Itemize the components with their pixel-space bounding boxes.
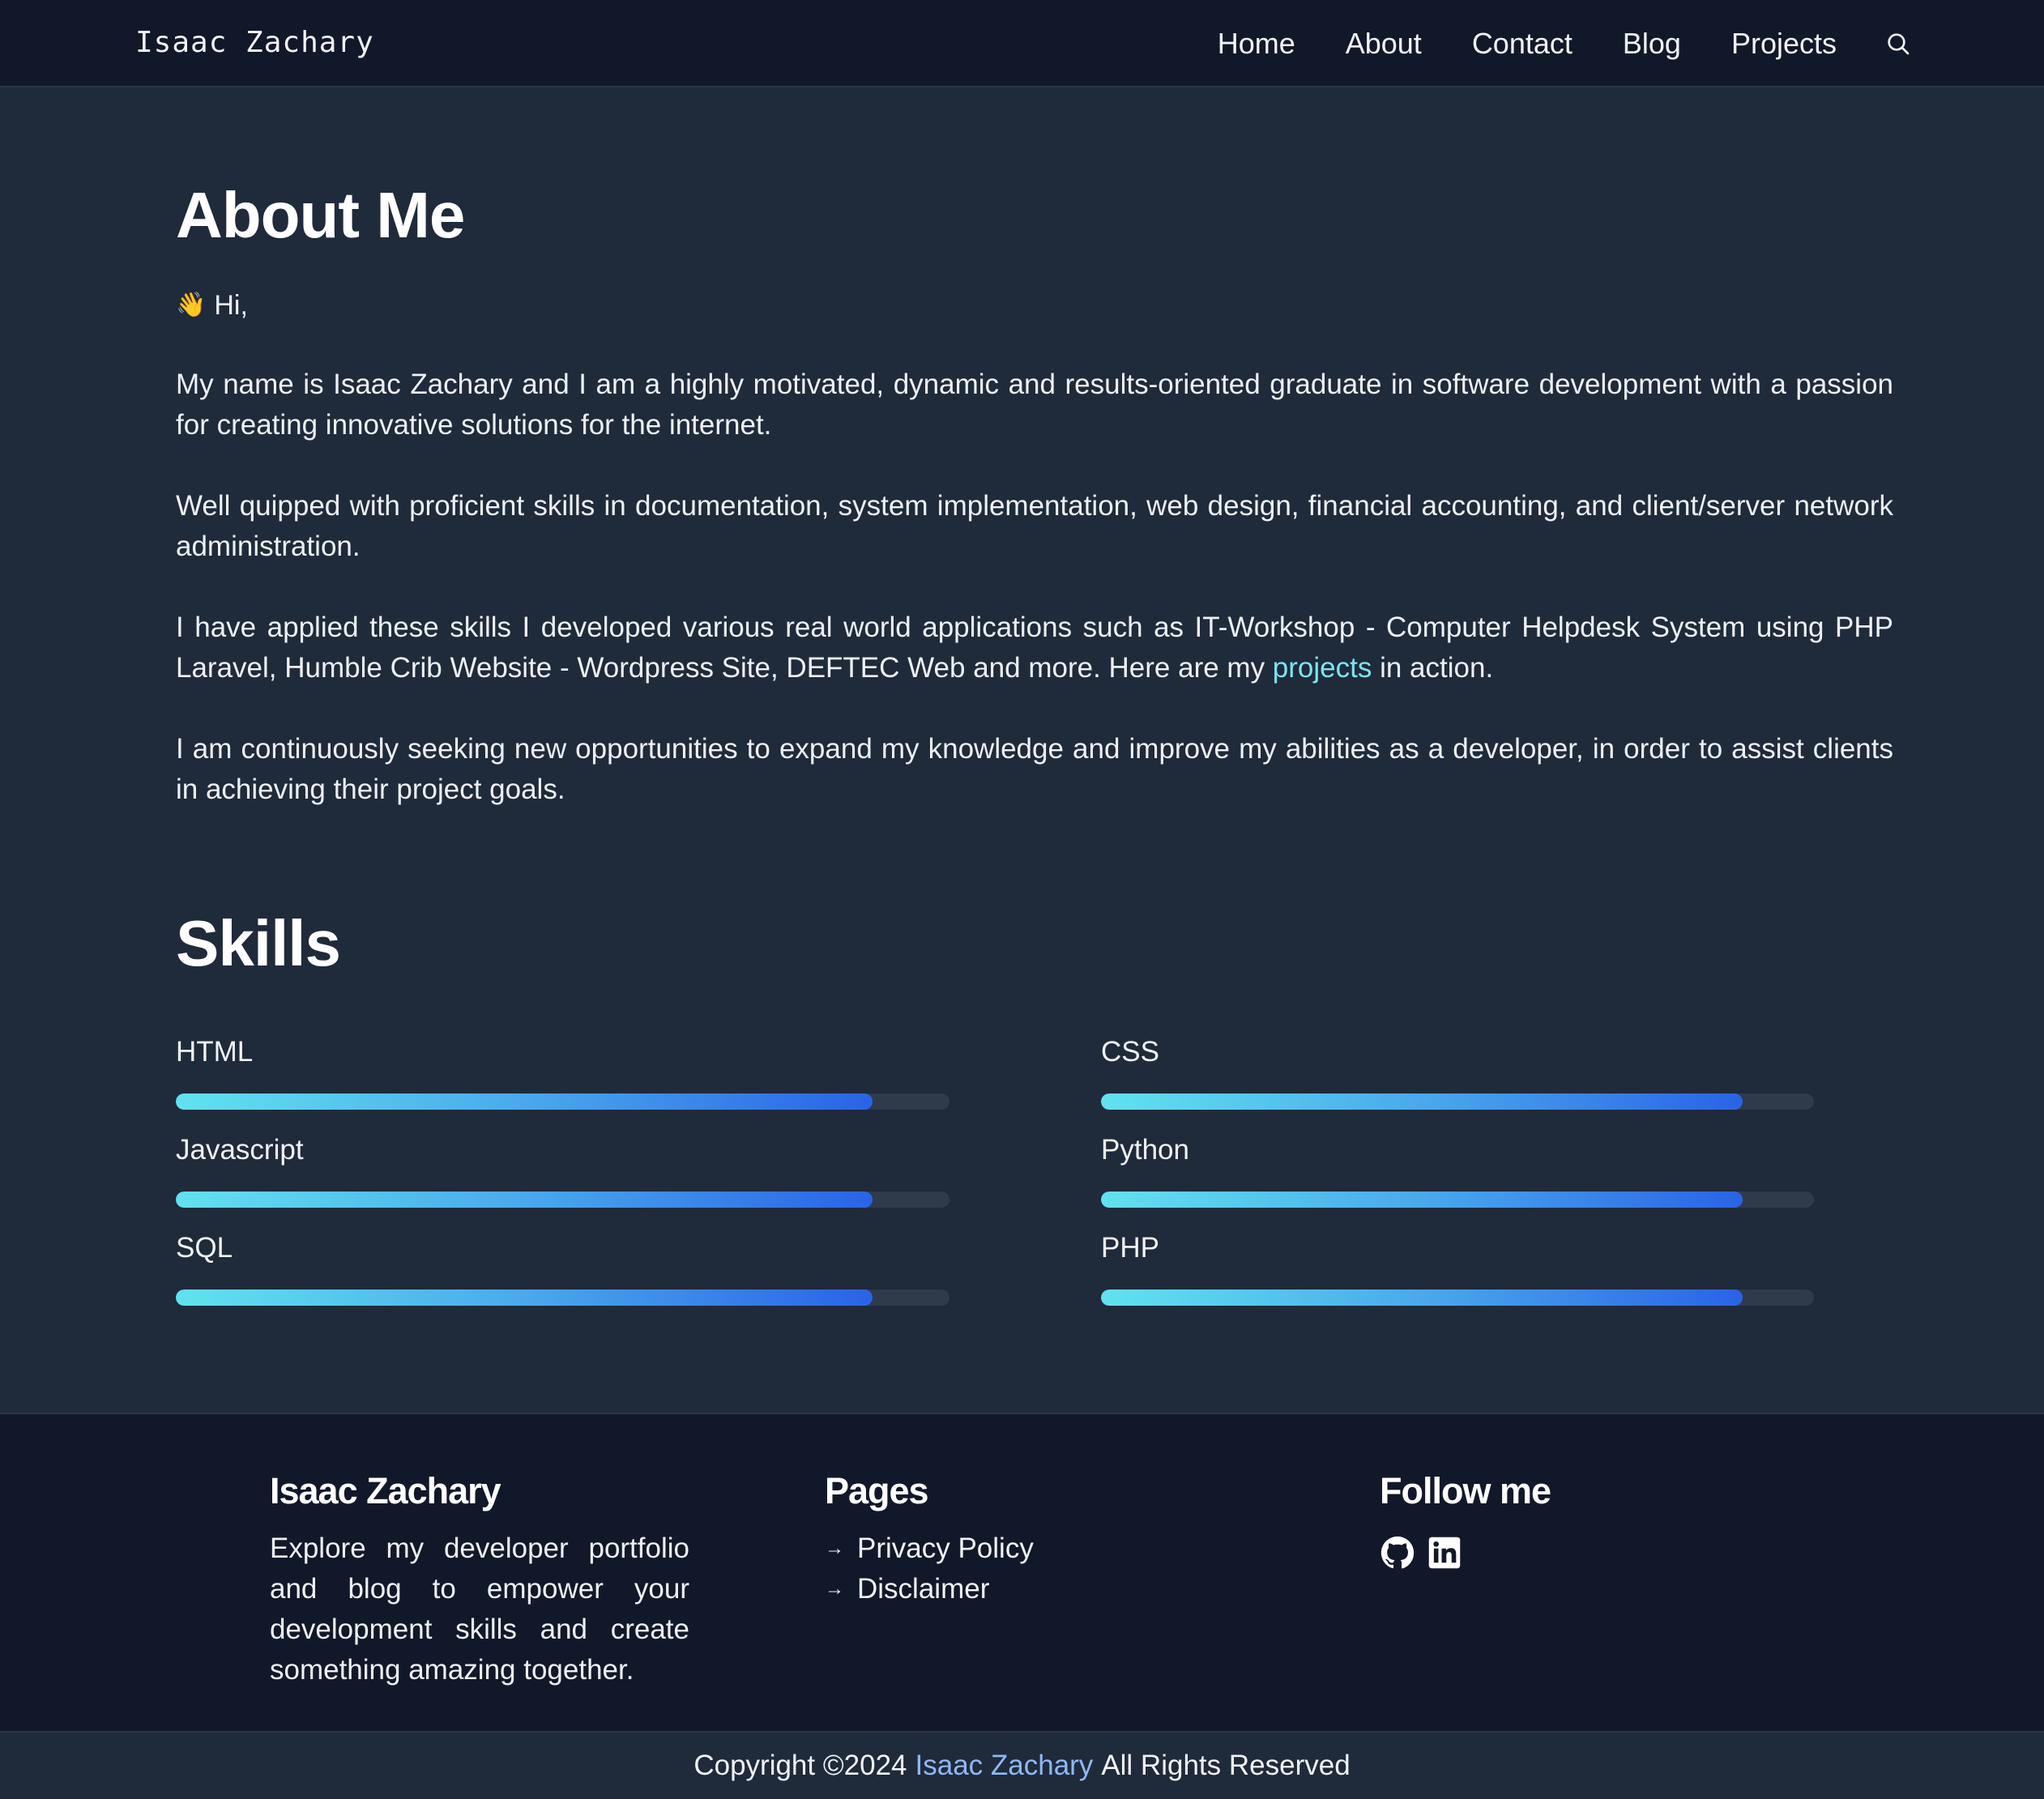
footer-description: Explore my developer portfolio and blog … [270,1533,689,1686]
waving-hand-icon: 👋 [176,292,207,318]
skill-progress-track [1101,1192,1814,1208]
about-title: About Me [176,179,465,251]
skill-label: PHP [1101,1232,1159,1264]
footer-brand-title: Isaac Zachary [270,1470,501,1511]
search-icon[interactable] [1884,29,1913,58]
skill-python: Python [1101,1133,1875,1208]
skill-progress-track [176,1192,949,1208]
skill-progress-fill [1101,1192,1743,1208]
projects-text-after: in action. [1372,652,1494,684]
nav-blog[interactable]: Blog [1623,27,1681,61]
copyright-bar: Copyright ©2024 Isaac Zachary All Rights… [0,1731,2044,1799]
nav-home[interactable]: Home [1218,27,1295,61]
greeting-line: 👋 Hi, [176,285,248,326]
footer-follow-title: Follow me [1380,1470,1551,1511]
footer-pages-list: → Privacy Policy → Disclaimer [825,1528,1230,1609]
footer-link-label: Disclaimer [857,1573,990,1605]
projects-text-before: I have applied these skills I developed … [176,612,1893,684]
skill-progress-fill [1101,1290,1743,1306]
skill-php: PHP [1101,1231,1875,1306]
skill-progress-track [1101,1290,1814,1306]
linkedin-icon[interactable] [1427,1535,1462,1571]
skill-progress-fill [176,1290,873,1306]
skill-label: Javascript [176,1134,304,1166]
copyright-suffix: All Rights Reserved [1101,1750,1351,1781]
nav-about[interactable]: About [1346,27,1422,61]
footer-link-label: Privacy Policy [857,1533,1034,1564]
nav-projects[interactable]: Projects [1731,27,1837,61]
main-nav: Home About Contact Blog Projects [1218,0,1913,87]
skill-progress-track [1101,1093,1814,1110]
skill-sql: SQL [176,1231,949,1306]
social-links [1380,1535,1785,1571]
copyright-text: Copyright ©2024 [693,1750,907,1781]
skill-progress-track [176,1093,949,1110]
skill-html: HTML [176,1035,949,1110]
skill-label: Python [1101,1134,1189,1166]
footer-link-disclaimer[interactable]: → Disclaimer [825,1569,1230,1609]
footer-pages-title: Pages [825,1470,929,1511]
copyright-author-link[interactable]: Isaac Zachary [915,1750,1094,1782]
nav-contact[interactable]: Contact [1472,27,1572,61]
brand-logo[interactable]: Isaac Zachary [135,26,374,59]
footer-about-column: Isaac Zachary Explore my developer portf… [270,1469,689,1690]
skill-progress-fill [176,1093,873,1110]
greeting-text: Hi, [214,290,248,321]
skill-css: CSS [1101,1035,1875,1110]
skill-progress-fill [176,1192,873,1208]
skill-progress-fill [1101,1093,1743,1110]
skill-progress-track [176,1290,949,1306]
about-paragraph-goals: I am continuously seeking new opportunit… [176,733,1893,805]
skills-title: Skills [176,907,341,979]
site-footer: Isaac Zachary Explore my developer portf… [0,1413,2044,1731]
arrow-right-icon: → [825,1578,844,1600]
github-icon[interactable] [1380,1535,1415,1571]
about-paragraph-projects: I have applied these skills I developed … [176,607,1893,688]
skill-label: SQL [176,1232,233,1264]
projects-link[interactable]: projects [1273,652,1372,684]
arrow-right-icon: → [825,1537,844,1559]
footer-follow-column: Follow me [1380,1469,1785,1571]
footer-link-privacy-policy[interactable]: → Privacy Policy [825,1528,1230,1569]
about-paragraph-intro: My name is Isaac Zachary and I am a high… [176,369,1893,441]
skill-label: CSS [1101,1036,1159,1068]
top-navbar: Isaac Zachary Home About Contact Blog Pr… [0,0,2044,87]
skill-label: HTML [176,1036,254,1068]
skill-javascript: Javascript [176,1133,949,1208]
about-paragraph-skills: Well quipped with proficient skills in d… [176,490,1893,562]
footer-pages-column: Pages → Privacy Policy → Disclaimer [825,1469,1230,1609]
